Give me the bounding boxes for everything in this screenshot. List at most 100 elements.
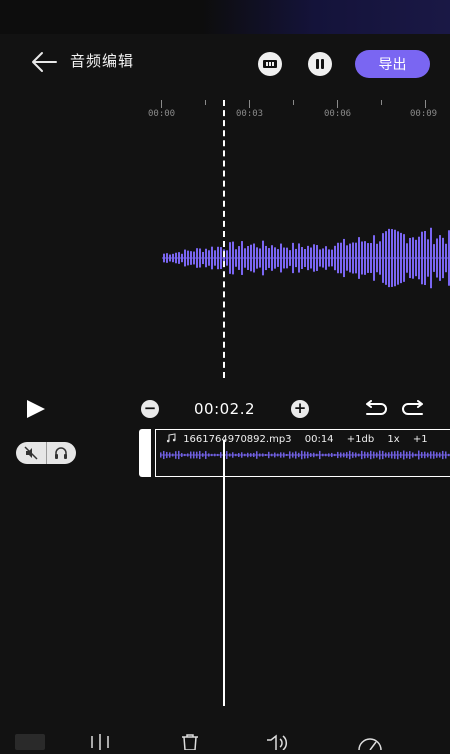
- clip-waveform-bar: [217, 453, 219, 457]
- waveform-bar: [259, 248, 261, 268]
- clip-waveform-bar: [367, 452, 369, 458]
- mute-toggle[interactable]: [16, 442, 46, 464]
- redo-icon: [402, 400, 423, 415]
- undo-button[interactable]: [363, 400, 387, 422]
- clip-waveform-bar: [436, 452, 438, 458]
- waveform-bar: [247, 246, 249, 270]
- waveform-bar: [400, 232, 402, 284]
- clip-waveform-bar: [403, 450, 405, 460]
- zoom-in-button[interactable]: +: [291, 400, 309, 418]
- clip-waveform-bar: [175, 451, 177, 459]
- waveform-bar: [292, 242, 294, 274]
- waveform-bar: [289, 250, 291, 266]
- waveform-bar: [346, 245, 348, 271]
- waveform-bar: [349, 243, 351, 273]
- waveform-bar: [403, 234, 405, 282]
- clip-body[interactable]: 1661764970892.mp3 00:14 +1db 1x +1: [155, 429, 450, 477]
- pause-bars-icon: [316, 59, 324, 69]
- delete-tool[interactable]: [178, 734, 202, 754]
- clip-waveform-bar: [382, 450, 384, 460]
- clip-speed: 1x: [387, 434, 400, 445]
- main-waveform[interactable]: [0, 210, 450, 310]
- collapse-button[interactable]: [15, 734, 45, 750]
- waveform-bar: [391, 229, 393, 287]
- clip-waveform-bar: [331, 452, 333, 458]
- clip-waveform-bar: [391, 451, 393, 459]
- clip-waveform-bar: [448, 453, 450, 457]
- ruler-label: 00:03: [236, 109, 264, 119]
- waveform-bar: [424, 230, 426, 286]
- speed-tool[interactable]: [356, 734, 384, 754]
- ruler-label: 00:06: [324, 109, 352, 119]
- waveform-bar: [217, 246, 219, 270]
- clip-waveform-bar: [256, 451, 258, 459]
- headphone-icon: [55, 447, 68, 459]
- waveform-bar: [169, 254, 171, 262]
- waveform-bar: [439, 235, 441, 281]
- back-button[interactable]: [28, 48, 60, 76]
- undo-icon: [366, 400, 387, 415]
- waveform-bar: [313, 244, 315, 272]
- back-arrow-icon: [32, 52, 57, 72]
- clip-waveform-bar: [415, 453, 417, 457]
- waveform-bar: [274, 247, 276, 269]
- clip-waveform-bar: [328, 453, 330, 457]
- redo-button[interactable]: [402, 400, 426, 422]
- ruler-tick: [337, 100, 338, 108]
- waveform-bar: [376, 243, 378, 273]
- clip-waveform-bar: [280, 452, 282, 458]
- waveform-bar: [166, 253, 168, 263]
- waveform-bar: [208, 250, 210, 266]
- clip-trim-handle[interactable]: [139, 429, 151, 477]
- clip-waveform: [160, 450, 450, 460]
- current-time: 00:02.2: [194, 400, 256, 418]
- waveform-bar: [316, 245, 318, 271]
- waveform-bar: [352, 242, 354, 274]
- timeline-ruler[interactable]: 00:00 00:03 00:06 00:09: [0, 96, 450, 126]
- clip-waveform-bar: [184, 453, 186, 457]
- timeline-playhead[interactable]: [223, 100, 225, 378]
- clip-waveform-bar: [355, 452, 357, 458]
- clip-waveform-bar: [304, 451, 306, 459]
- audio-clip[interactable]: 1661764970892.mp3 00:14 +1db 1x +1: [139, 429, 450, 477]
- clip-waveform-bar: [202, 453, 204, 457]
- clip-waveform-bar: [247, 452, 249, 458]
- ruler-tick: [381, 100, 382, 105]
- export-button[interactable]: 导出: [355, 50, 430, 78]
- pause-bars-button[interactable]: [308, 52, 332, 76]
- play-button[interactable]: [24, 398, 48, 424]
- waveform-bar: [196, 248, 198, 268]
- clip-waveform-bar: [166, 451, 168, 459]
- clip-waveform-bar: [352, 452, 354, 458]
- clip-waveform-bar: [409, 451, 411, 459]
- zoom-out-button[interactable]: −: [141, 400, 159, 418]
- clip-waveform-bar: [214, 453, 216, 457]
- clip-waveform-bar: [373, 451, 375, 459]
- clip-waveform-bar: [307, 451, 309, 459]
- waveform-bar: [337, 242, 339, 274]
- track-playhead[interactable]: [223, 440, 225, 706]
- ruler-label: 00:09: [410, 109, 438, 119]
- waveform-bar: [394, 229, 396, 287]
- waveform-bar: [310, 247, 312, 269]
- waveform-bar: [301, 247, 303, 269]
- clip-waveform-bar: [160, 452, 162, 458]
- clip-waveform-bar: [244, 453, 246, 457]
- clip-waveform-bar: [388, 452, 390, 458]
- headphone-toggle[interactable]: [45, 442, 77, 464]
- split-tool[interactable]: [88, 734, 112, 754]
- clip-waveform-bar: [421, 452, 423, 458]
- waveform-bar: [199, 248, 201, 268]
- waveform-bar: [184, 249, 186, 267]
- split-view-button[interactable]: [258, 52, 282, 76]
- waveform-bar: [187, 250, 189, 266]
- volume-tool[interactable]: [264, 734, 292, 754]
- waveform-bar: [355, 242, 357, 274]
- waveform-bar: [241, 241, 243, 275]
- waveform-bar: [232, 241, 234, 275]
- clip-waveform-bar: [199, 450, 201, 460]
- waveform-bar: [379, 241, 381, 275]
- play-icon: [27, 400, 45, 418]
- track-toggles: [16, 442, 76, 464]
- waveform-bar: [382, 233, 384, 283]
